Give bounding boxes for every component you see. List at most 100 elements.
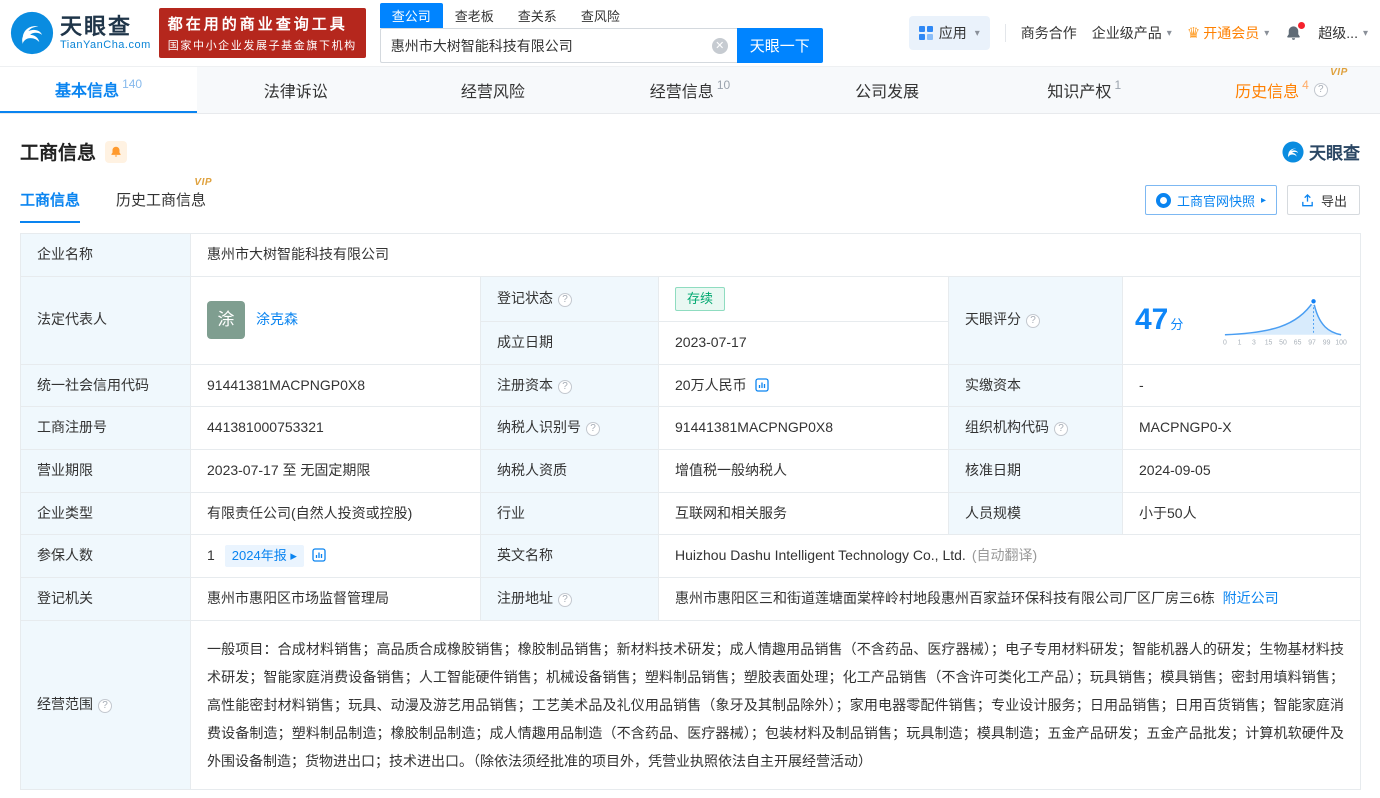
search-tab-relation[interactable]: 查关系 (506, 3, 569, 28)
search-tab-boss[interactable]: 查老板 (443, 3, 506, 28)
svg-text:1: 1 (1238, 340, 1242, 347)
bell-icon (111, 146, 121, 157)
table-row: 企业名称 惠州市大树智能科技有限公司 (20, 233, 1361, 277)
menu-open-vip[interactable]: ♛ 开通会员 ▾ (1187, 23, 1269, 43)
notification-bell[interactable] (1284, 21, 1306, 43)
chevron-down-icon: ▾ (974, 27, 980, 39)
insured-count: 1 (207, 547, 215, 564)
menu-business-coop[interactable]: 商务合作 (1021, 23, 1077, 43)
search-button[interactable]: 天眼一下 (736, 28, 823, 63)
subtab-business-info[interactable]: 工商信息 (20, 189, 81, 223)
approval-date-value-cell: 2024-09-05 (1122, 448, 1361, 493)
tab-count: 140 (122, 77, 143, 91)
page: 天眼查 TianYanCha.com 都在用的商业查询工具 国家中小企业发展子基… (0, 0, 1380, 791)
field-label: 法定代表人 (37, 311, 107, 328)
search-tab-risk[interactable]: 查风险 (569, 3, 632, 28)
tab-business-operations[interactable]: 经营信息 10 (591, 67, 788, 113)
help-icon[interactable]: ? (1054, 422, 1068, 437)
taxpayer-id-label-cell: 纳税人识别号? (480, 406, 659, 450)
tab-legal-proceedings[interactable]: 法律诉讼 (197, 67, 394, 113)
notification-dot (1298, 21, 1306, 29)
field-label: 纳税人资质 (497, 461, 567, 478)
subtab-label: 工商信息 (20, 192, 81, 209)
reg-address-value-cell: 惠州市惠阳区三和街道莲塘面棠梓岭村地段惠州百家益环保科技有限公司厂区厂房三6栋 … (658, 577, 1361, 622)
subscribe-bell-icon[interactable] (105, 140, 128, 163)
clear-icon[interactable]: ✕ (711, 37, 728, 54)
reg-authority-label-cell: 登记机关 (20, 577, 191, 622)
tab-history-info[interactable]: VIP 历史信息 4 ? (1183, 67, 1380, 113)
approval-date-label-cell: 核准日期 (948, 448, 1123, 493)
company-name-label-cell: 企业名称 (20, 233, 191, 277)
paid-capital: - (1139, 376, 1144, 393)
taxpayer-id: 91441381MACPNGP0X8 (675, 419, 833, 436)
search-tabs: 查公司 查老板 查关系 查风险 (379, 3, 823, 28)
section-head: 工商信息 天眼查 (0, 114, 1380, 165)
super-vip-label: 超级... (1318, 25, 1358, 41)
snapshot-icon (1155, 192, 1171, 208)
tianyancha-logo[interactable]: 天眼查 TianYanCha.com (10, 11, 151, 55)
english-name-label-cell: 英文名称 (480, 534, 659, 579)
help-icon[interactable]: ? (558, 292, 572, 307)
legal-rep-link[interactable]: 涂克森 (256, 309, 298, 331)
annual-report-icon[interactable] (311, 547, 327, 563)
company-name: 惠州市大树智能科技有限公司 (207, 246, 389, 262)
svg-text:97: 97 (1308, 340, 1316, 347)
search-input[interactable] (379, 28, 737, 63)
business-term-value-cell: 2023-07-17 至 无固定期限 (190, 448, 481, 493)
help-icon[interactable]: ? (98, 699, 112, 714)
field-label: 登记状态 (497, 289, 553, 306)
nearby-companies-link[interactable]: 附近公司 (1223, 590, 1279, 606)
score-value: 47 (1135, 302, 1169, 336)
uscc: 91441381MACPNGP0X8 (207, 376, 365, 393)
top-header: 天眼查 TianYanCha.com 都在用的商业查询工具 国家中小企业发展子基… (0, 0, 1380, 66)
reg-no-label-cell: 工商注册号 (20, 406, 191, 450)
industry-value-cell: 互联网和相关服务 (658, 491, 949, 536)
paid-capital-value-cell: - (1122, 363, 1361, 408)
tab-operational-risk[interactable]: 经营风险 (394, 67, 591, 113)
reg-status-label-cell: 登记状态? (480, 275, 659, 322)
promo-line1: 都在用的商业查询工具 (167, 16, 348, 33)
uscc-label-cell: 统一社会信用代码 (20, 363, 191, 408)
svg-text:100: 100 (1335, 340, 1347, 347)
english-name-value-cell: Huizhou Dashu Intelligent Technology Co.… (658, 534, 1361, 579)
svg-text:3: 3 (1252, 340, 1256, 347)
tab-company-development[interactable]: 公司发展 (789, 67, 986, 113)
capital-history-icon[interactable] (754, 377, 770, 393)
field-label: 工商注册号 (37, 419, 107, 436)
search-tab-company[interactable]: 查公司 (379, 3, 443, 28)
section-title: 工商信息 (20, 143, 97, 164)
tab-basic-info[interactable]: 基本信息 140 (0, 67, 198, 113)
legal-rep-value-cell: 涂 涂克森 (190, 275, 481, 365)
business-scope-value-cell: 一般项目：合成材料销售；高品质合成橡胶销售；橡胶制品销售；新材料技术研发；成人情… (190, 620, 1361, 791)
staff-size: 小于50人 (1139, 504, 1197, 521)
help-icon[interactable]: ? (558, 593, 572, 608)
auto-translate-note: (自动翻译) (971, 547, 1038, 564)
official-snapshot-button[interactable]: 工商官网快照 ▸ (1144, 185, 1277, 215)
export-icon (1302, 193, 1313, 206)
snapshot-label: 工商官网快照 (1176, 193, 1255, 209)
svg-text:50: 50 (1279, 340, 1287, 347)
export-button[interactable]: 导出 (1286, 185, 1360, 215)
tianyancha-logo-icon (1282, 140, 1304, 163)
help-icon[interactable]: ? (586, 422, 600, 437)
business-term-label-cell: 营业期限 (20, 448, 191, 493)
apps-menu[interactable]: 应用 ▾ (908, 16, 990, 50)
help-icon[interactable]: ? (1313, 83, 1328, 97)
establish-date: 2023-07-17 (675, 333, 747, 350)
subtab-history-business-info[interactable]: VIP 历史工商信息 (116, 177, 212, 223)
reg-capital: 20万人民币 (675, 376, 747, 393)
promo-line2: 国家中小企业发展子基金旗下机构 (167, 40, 357, 52)
menu-super-vip[interactable]: 超级... ▾ (1318, 23, 1368, 43)
tab-label: 基本信息 (55, 83, 120, 100)
table-row: 工商注册号 441381000753321 纳税人识别号? 91441381MA… (20, 406, 1361, 450)
org-code: MACPNGP0-X (1139, 419, 1232, 436)
field-label: 人员规模 (965, 504, 1021, 521)
annual-report-link[interactable]: 2024年报 ▸ (224, 545, 304, 568)
menu-enterprise-products[interactable]: 企业级产品 ▾ (1092, 23, 1172, 43)
avatar[interactable]: 涂 (207, 301, 245, 340)
business-term: 2023-07-17 至 无固定期限 (207, 461, 371, 478)
approval-date: 2024-09-05 (1139, 461, 1211, 478)
help-icon[interactable]: ? (1026, 314, 1040, 329)
tab-intellectual-property[interactable]: 知识产权 1 (986, 67, 1183, 113)
help-icon[interactable]: ? (558, 379, 572, 394)
